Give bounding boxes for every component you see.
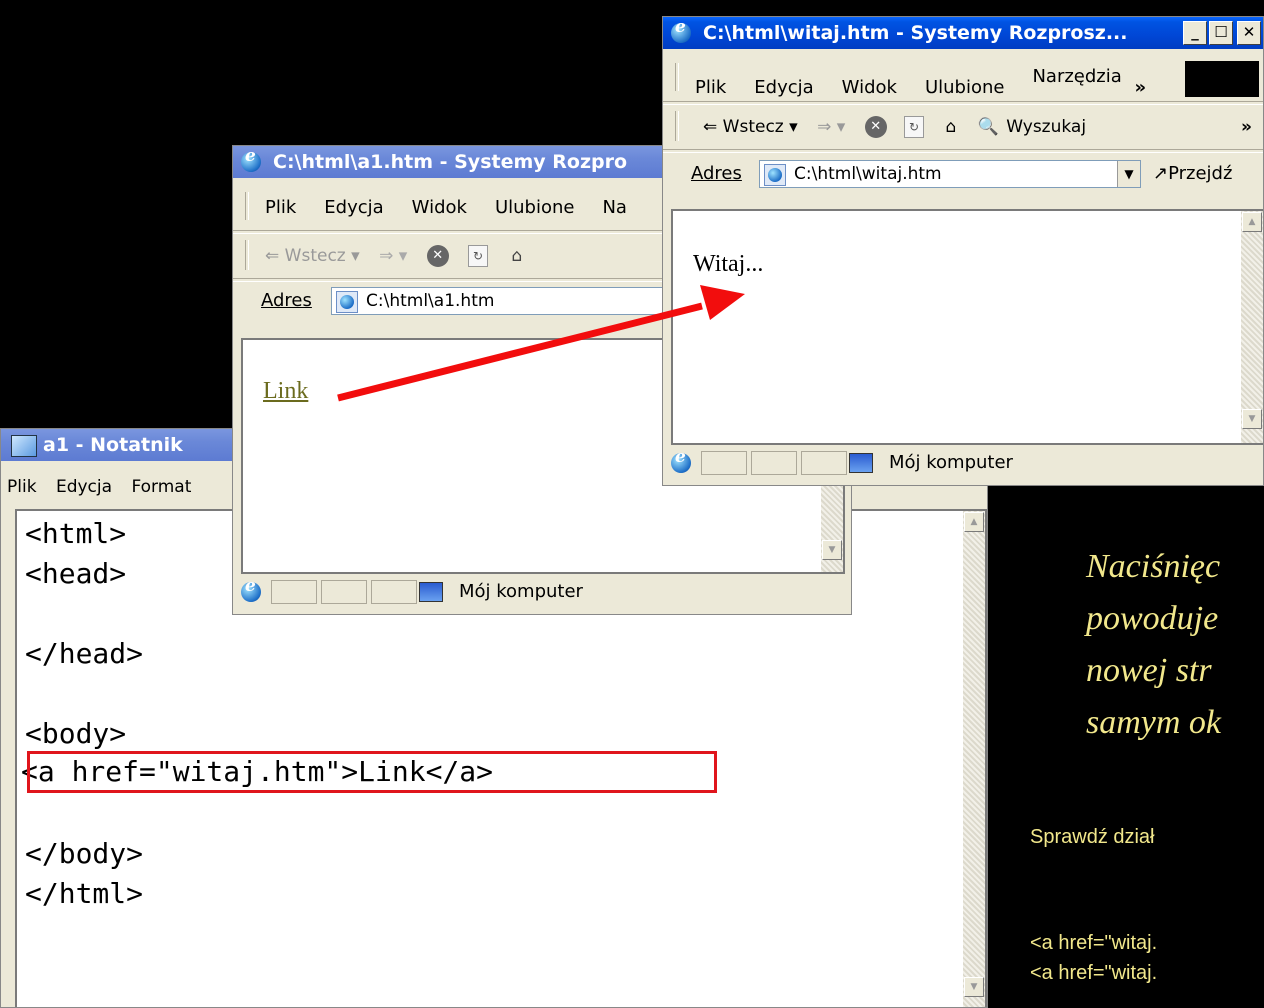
page-icon: [336, 291, 358, 313]
status-cell: [371, 580, 417, 604]
page-icon: [764, 164, 786, 186]
status-zone: Mój komputer: [889, 452, 1013, 473]
code-line-9: </body>: [25, 837, 144, 870]
notepad-menu-edycja[interactable]: Edycja: [56, 471, 112, 503]
browser-witaj-menubar: Plik Edycja Widok UlubioneNarzędzia»: [663, 61, 1263, 98]
search-icon: 🔍: [977, 117, 999, 137]
code-line-2: <head>: [25, 557, 127, 590]
browser-witaj-title: C:\html\witaj.htm - Systemy Rozprosz...: [703, 22, 1128, 44]
menu-narzedzia[interactable]: Narzędzia: [1032, 61, 1130, 93]
status-cell: [271, 580, 317, 604]
notepad-menu-plik[interactable]: Plik: [7, 471, 37, 503]
caption-example-2: <a href="witaj.: [1030, 962, 1158, 984]
browser-witaj-window: C:\html\witaj.htm - Systemy Rozprosz... …: [662, 16, 1264, 486]
menu-plik[interactable]: Plik: [265, 192, 296, 224]
separator: [663, 149, 1263, 153]
forward-button[interactable]: ⇒ ▾: [817, 107, 845, 147]
status-cell: [801, 451, 847, 475]
menu-narzedzia[interactable]: Na: [602, 192, 627, 224]
minimize-button[interactable]: _: [1183, 21, 1207, 45]
computer-icon: [849, 453, 873, 473]
close-button[interactable]: ✕: [1237, 21, 1261, 45]
address-value: C:\html\a1.htm: [366, 291, 495, 311]
computer-icon: [419, 582, 443, 602]
caption-line-2: powoduje: [1086, 600, 1219, 637]
notepad-vertical-scrollbar[interactable]: ▲ ▼: [963, 511, 985, 1007]
scroll-up-button[interactable]: ▲: [964, 512, 984, 532]
scroll-down-button[interactable]: ▼: [1242, 409, 1262, 429]
windows-logo-icon: [1185, 61, 1259, 97]
browser-witaj-statusbar: Mój komputer: [663, 447, 1263, 479]
status-cell: [701, 451, 747, 475]
address-value: C:\html\witaj.htm: [794, 164, 942, 184]
menu-widok[interactable]: Widok: [412, 192, 467, 224]
menu-edycja[interactable]: Edycja: [754, 72, 813, 104]
code-line-10: </html>: [25, 877, 144, 910]
scroll-up-button[interactable]: ▲: [1242, 212, 1262, 232]
maximize-button[interactable]: ☐: [1209, 21, 1233, 45]
toolbar-chevron[interactable]: »: [1241, 107, 1252, 147]
address-input[interactable]: C:\html\witaj.htm ▼: [759, 160, 1141, 188]
back-label: Wstecz: [284, 246, 346, 266]
caption-line-4: samym ok: [1086, 704, 1222, 741]
stop-icon[interactable]: ✕: [864, 116, 887, 138]
go-label: Przejdź: [1168, 163, 1233, 184]
ie-icon: [671, 17, 691, 43]
browser-a1-title: C:\html\a1.htm - Systemy Rozpro: [273, 151, 628, 173]
stop-icon[interactable]: ✕: [426, 245, 449, 267]
back-button[interactable]: ⇐ Wstecz ▾: [265, 236, 360, 276]
ie-status-icon: [241, 576, 261, 602]
back-label: Wstecz: [722, 117, 784, 137]
page-text: Witaj...: [693, 251, 764, 277]
address-label: Adres: [261, 290, 312, 311]
ie-status-icon: [671, 447, 691, 473]
browser-witaj-titlebar[interactable]: C:\html\witaj.htm - Systemy Rozprosz... …: [663, 17, 1263, 49]
menu-ulubione[interactable]: Ulubione: [495, 192, 575, 224]
browser-witaj-scrollbar[interactable]: ▲ ▼: [1241, 211, 1263, 443]
code-line-4: </head>: [25, 637, 144, 670]
notepad-title: a1 - Notatnik: [43, 434, 183, 456]
refresh-icon[interactable]: ↻: [468, 245, 489, 267]
notepad-menu-format[interactable]: Format: [131, 471, 191, 503]
browser-a1-statusbar: Mój komputer: [233, 576, 851, 608]
menu-chevron[interactable]: »: [1134, 72, 1146, 104]
menu-edycja[interactable]: Edycja: [324, 192, 383, 224]
link-to-witaj[interactable]: Link: [263, 378, 308, 405]
separator: [663, 101, 1263, 105]
caption-line-1: Naciśnięc: [1086, 548, 1221, 585]
notepad-icon: [11, 435, 37, 457]
browser-witaj-address-bar: Adres C:\html\witaj.htm ▼ ↗Przejdź: [663, 155, 1263, 195]
refresh-icon[interactable]: ↻: [904, 116, 925, 138]
menu-plik[interactable]: Plik: [695, 72, 726, 104]
caption-line-3: nowej str: [1086, 652, 1212, 689]
address-label: Adres: [691, 163, 742, 184]
menu-ulubione[interactable]: Ulubione: [925, 72, 1005, 104]
home-icon[interactable]: ⌂: [511, 236, 522, 276]
dropdown-arrow-icon[interactable]: ▼: [1117, 161, 1140, 187]
forward-button[interactable]: ⇒ ▾: [379, 236, 407, 276]
status-zone: Mój komputer: [459, 581, 583, 602]
code-highlight-box: [27, 751, 717, 793]
caption-example-1: <a href="witaj.: [1030, 932, 1158, 954]
menu-widok[interactable]: Widok: [842, 72, 897, 104]
caption-check: Sprawdź dział: [1030, 826, 1155, 848]
back-button[interactable]: ⇐ Wstecz ▾: [703, 107, 798, 147]
ie-icon: [241, 146, 261, 172]
scroll-down-button[interactable]: ▼: [964, 977, 984, 997]
browser-witaj-content: Witaj... ▲ ▼: [671, 209, 1263, 445]
search-button[interactable]: Wyszukaj: [1006, 117, 1086, 137]
code-line-6: <body>: [25, 717, 127, 750]
status-cell: [751, 451, 797, 475]
browser-witaj-toolbar: ⇐ Wstecz ▾ ⇒ ▾ ✕ ↻ ⌂ 🔍 Wyszukaj »: [663, 107, 1263, 147]
status-cell: [321, 580, 367, 604]
home-icon[interactable]: ⌂: [945, 107, 956, 147]
go-button[interactable]: ↗Przejdź: [1153, 163, 1232, 184]
scroll-down-button[interactable]: ▼: [822, 540, 842, 560]
code-line-1: <html>: [25, 517, 127, 550]
